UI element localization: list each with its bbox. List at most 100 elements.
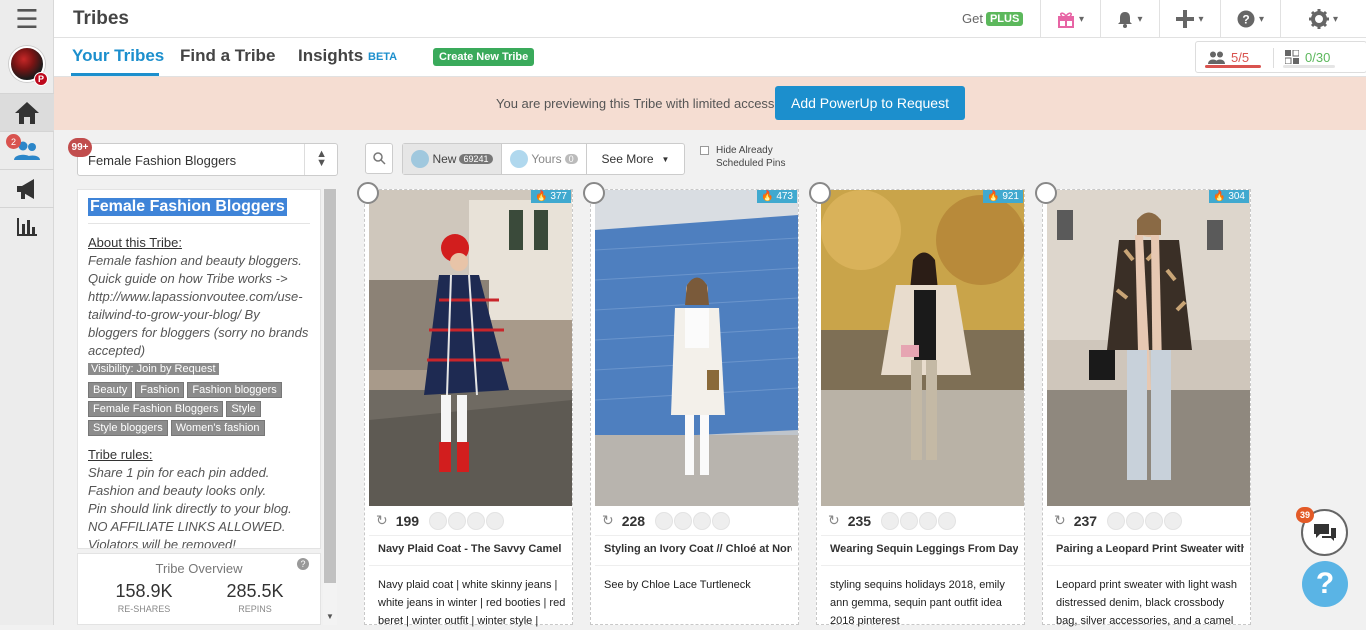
pin-card[interactable]: 🔥 304 ↻ 237 Pairing a Leopard Print Swea… (1035, 182, 1251, 627)
help-button[interactable]: ? (1302, 561, 1348, 607)
bell-icon (1118, 11, 1133, 28)
tag[interactable]: Beauty (88, 382, 133, 398)
filter-yours-button[interactable]: Yours 0 (502, 144, 587, 174)
repinner-avatars (429, 511, 505, 530)
rules-label: Tribe rules: (88, 447, 153, 462)
pin-title: Wearing Sequin Leggings From Day (830, 543, 1018, 555)
repinner-avatars (655, 511, 731, 530)
see-more-label: See More (601, 152, 654, 166)
overview-title: Tribe Overview (155, 561, 243, 576)
left-sidebar: ☰ P 2 (0, 0, 54, 625)
pins-count: 0/30 (1305, 49, 1331, 65)
top-bar: Tribes Get PLUS ▾ ▾ ▾ ? ▾ ▾ (54, 0, 1366, 38)
pin-image[interactable] (369, 190, 572, 506)
select-pin-checkbox[interactable] (357, 182, 379, 204)
pin-card[interactable]: 🔥 921 ↻ 235 Wearing Sequin Leggings From… (809, 182, 1025, 627)
tribe-overview: Tribe Overview ? 158.9K RE-SHARES 285.5K… (77, 553, 321, 625)
hamburger-menu-icon[interactable]: ☰ (0, 0, 54, 38)
hide-scheduled-label[interactable]: Hide Already Scheduled Pins (716, 144, 786, 170)
repin-count: 237 (1073, 512, 1098, 529)
rule-line: NO AFFILIATE LINKS ALLOWED. (88, 519, 286, 534)
get-plus-link[interactable]: Get PLUS (962, 11, 1024, 26)
preview-banner: You are previewing this Tribe with limit… (54, 77, 1366, 130)
hide-scheduled-label-line: Scheduled Pins (716, 158, 786, 169)
chat-bubbles-icon (1313, 523, 1336, 541)
tag[interactable]: Fashion (135, 382, 185, 398)
score-value: 473 (776, 191, 793, 202)
pin-stats: ↻ 235 (821, 506, 1024, 536)
repinner-avatars (1107, 511, 1183, 530)
pin-description: Navy plaid coat | white skinny jeans | w… (378, 579, 566, 627)
repin-count: 199 (395, 512, 420, 529)
tag-list: Beauty Fashion Fashion bloggers Female F… (88, 382, 288, 436)
add-button[interactable]: ▾ (1159, 0, 1220, 38)
visibility-badge: Visibility: Join by Request (88, 363, 219, 375)
tab-your-tribes[interactable]: Your Tribes (72, 46, 164, 66)
tag[interactable]: Style (226, 401, 261, 417)
question-circle-icon: ? (1237, 10, 1255, 28)
pin-title: Styling an Ivory Coat // Chloé at Nordst… (604, 543, 792, 555)
pin-image[interactable] (1047, 190, 1250, 506)
pin-description: Leopard print sweater with light wash di… (1056, 579, 1237, 627)
score-value: 377 (550, 191, 567, 202)
tab-bar: Your Tribes Find a Tribe Insights BETA C… (54, 38, 1366, 77)
select-arrows-icon: ▲ ▼ (316, 148, 327, 169)
repins-value: 285.5K (226, 581, 284, 601)
page-title: Tribes (73, 8, 129, 29)
reshares-stat: 158.9K RE-SHARES (89, 581, 199, 614)
get-label: Get (962, 11, 983, 26)
scrollbar-thumb[interactable] (324, 189, 336, 583)
notifications-button[interactable]: ▾ (1100, 0, 1159, 38)
gift-button[interactable]: ▾ (1040, 0, 1100, 38)
pin-card[interactable]: 🔥 473 ↻ 228 Styling an Ivory Coat // Chl… (583, 182, 799, 625)
help-menu-button[interactable]: ? ▾ (1220, 0, 1280, 38)
tag[interactable]: Female Fashion Bloggers (88, 401, 224, 417)
gear-icon (1308, 9, 1329, 29)
about-text: Female fashion and beauty bloggers. Quic… (88, 253, 309, 358)
tab-find-a-tribe[interactable]: Find a Tribe (180, 46, 275, 66)
members-quota-bar (1205, 65, 1261, 68)
hide-scheduled-checkbox[interactable] (700, 146, 709, 155)
add-powerup-button[interactable]: Add PowerUp to Request (775, 86, 965, 120)
tribe-select[interactable]: Female Fashion Bloggers ▲ ▼ (77, 143, 338, 176)
reshares-value: 158.9K (115, 581, 173, 601)
yours-count-badge: 0 (564, 154, 578, 164)
repin-icon: ↻ (1054, 512, 1066, 528)
select-pin-checkbox[interactable] (809, 182, 831, 204)
see-more-dropdown[interactable]: See More ▼ (587, 144, 684, 174)
pin-card[interactable]: 🔥 377 ↻ 199 Navy Plaid Coat - The Savvy … (357, 182, 573, 627)
rule-line: Violators will be removed! (88, 537, 236, 549)
pin-stats: ↻ 228 (595, 506, 798, 536)
scroll-down-arrow-icon[interactable]: ▼ (326, 612, 334, 621)
select-pin-checkbox[interactable] (1035, 182, 1057, 204)
repin-icon: ↻ (828, 512, 840, 528)
repin-count: 235 (847, 512, 872, 529)
tribe-count-badge: 99+ (68, 138, 92, 157)
repins-label: REPINS (238, 604, 272, 614)
repinner-avatars (881, 511, 957, 530)
home-icon[interactable] (0, 93, 54, 131)
pin-image[interactable] (595, 190, 798, 506)
analytics-icon[interactable] (0, 207, 54, 245)
filter-new-button[interactable]: New 69241 (403, 144, 502, 174)
pin-image[interactable] (821, 190, 1024, 506)
create-new-tribe-button[interactable]: Create New Tribe (433, 48, 535, 66)
tab-insights[interactable]: Insights (298, 46, 363, 66)
select-pin-checkbox[interactable] (583, 182, 605, 204)
tribes-nav-icon[interactable]: 2 (0, 131, 54, 169)
tag[interactable]: Fashion bloggers (187, 382, 282, 398)
help-circle-icon[interactable]: ? (297, 558, 309, 570)
settings-button[interactable]: ▾ (1280, 0, 1366, 38)
plus-badge: PLUS (985, 11, 1024, 26)
repin-icon: ↻ (376, 512, 388, 528)
gift-icon (1057, 12, 1074, 28)
svg-text:?: ? (1242, 13, 1249, 27)
megaphone-icon[interactable] (0, 169, 54, 207)
tag[interactable]: Style bloggers (88, 420, 168, 436)
tag[interactable]: Women's fashion (170, 420, 265, 436)
search-button[interactable] (365, 143, 393, 174)
quota-box: 5/5 0/30 (1195, 41, 1366, 73)
beta-badge: BETA (368, 51, 398, 63)
rule-line: Fashion and beauty looks only. (88, 483, 267, 498)
sidebar-scrollbar[interactable]: ▼ (323, 189, 337, 625)
